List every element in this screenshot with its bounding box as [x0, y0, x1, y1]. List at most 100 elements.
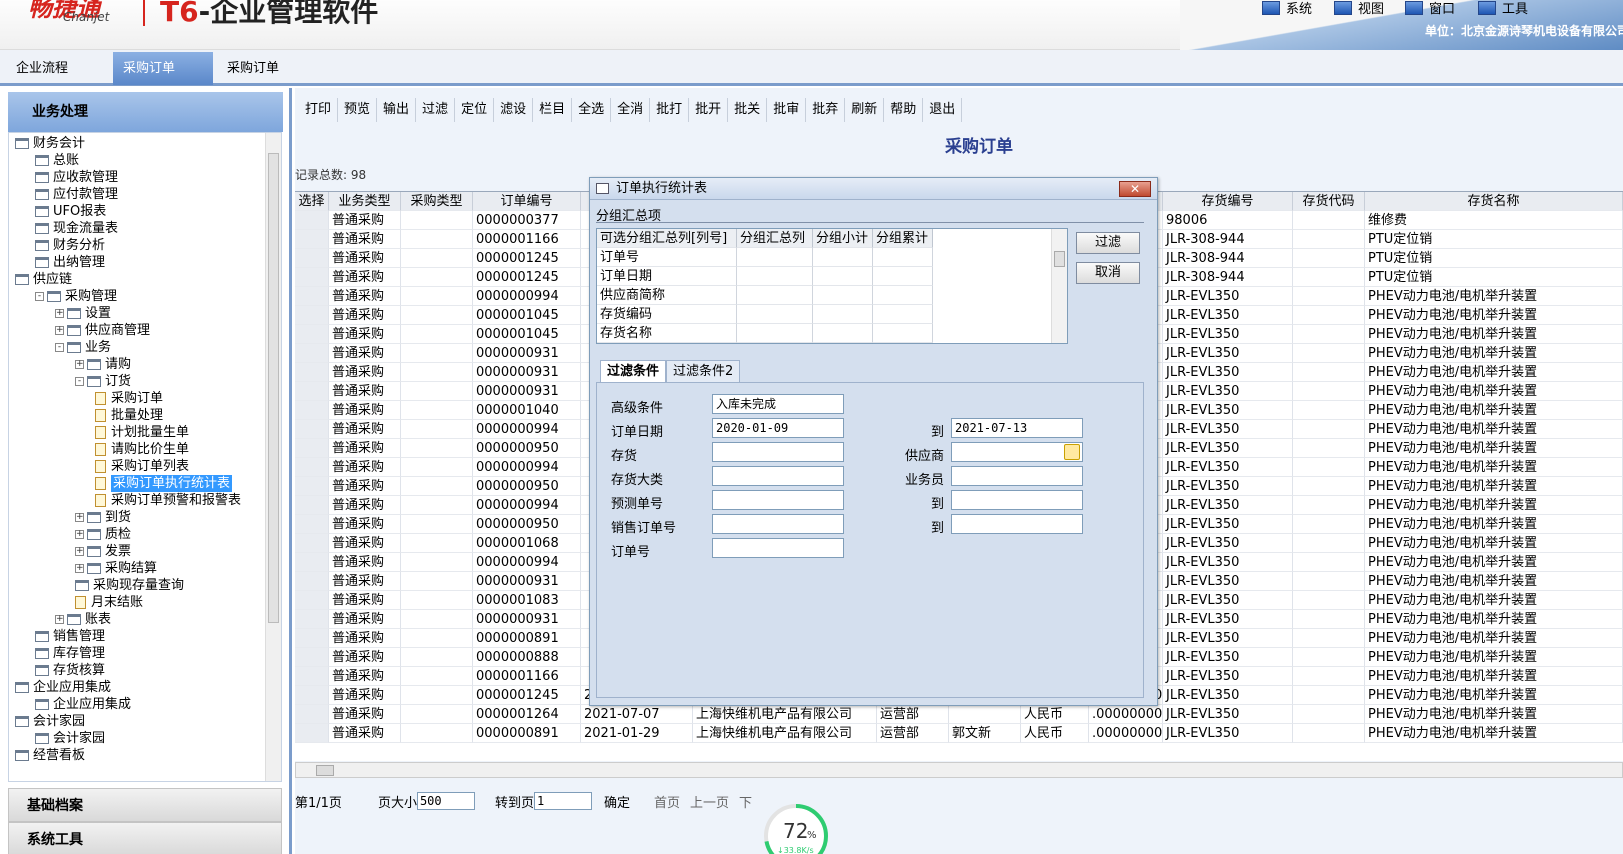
row-select-cell[interactable] — [295, 477, 329, 496]
tree-item[interactable]: + 供应商管理 — [55, 322, 150, 339]
page-size-input[interactable] — [416, 792, 475, 810]
first-page-button[interactable]: 首页 — [654, 792, 680, 811]
collapse-icon[interactable]: - — [55, 343, 64, 352]
row-select-cell[interactable] — [295, 686, 329, 705]
tree-item[interactable]: 财务会计 — [15, 135, 85, 152]
toolbar-button[interactable]: 全消 — [611, 98, 651, 122]
cancel-button[interactable]: 取消 — [1076, 262, 1140, 284]
group-item-option[interactable] — [813, 286, 873, 305]
toolbar-button[interactable]: 帮助 — [884, 98, 924, 122]
column-header[interactable]: 存货名称 — [1365, 192, 1623, 211]
expand-icon[interactable]: + — [75, 547, 84, 556]
staff-field[interactable] — [951, 466, 1083, 486]
column-header[interactable]: 选择 — [295, 192, 329, 211]
group-item-option[interactable] — [737, 305, 813, 324]
toolbar-button[interactable]: 批审 — [767, 98, 807, 122]
group-list-item[interactable]: 供应商简称 — [597, 286, 947, 305]
tree-item[interactable]: 供应链 — [15, 271, 72, 288]
toolbar-button[interactable]: 栏目 — [533, 98, 573, 122]
group-item-option[interactable] — [873, 267, 933, 286]
horizontal-scroll-thumb[interactable] — [316, 765, 334, 776]
group-item-option[interactable] — [813, 305, 873, 324]
group-list-item[interactable]: 订单号 — [597, 248, 947, 267]
tree-item[interactable]: + 质检 — [75, 526, 131, 543]
expand-icon[interactable]: + — [75, 360, 84, 369]
tree-item[interactable]: 会计家园 — [35, 730, 105, 747]
tab-filter-conditions-2[interactable]: 过滤条件2 — [666, 360, 741, 382]
column-header[interactable]: 存货代码 — [1293, 192, 1365, 211]
tree-item[interactable]: UFO报表 — [35, 203, 106, 220]
list-scrollbar[interactable] — [1051, 229, 1067, 343]
tree-item[interactable]: 经营看板 — [15, 747, 85, 764]
toolbar-button[interactable]: 退出 — [923, 98, 963, 122]
row-select-cell[interactable] — [295, 344, 329, 363]
row-select-cell[interactable] — [295, 439, 329, 458]
group-item-option[interactable] — [813, 267, 873, 286]
tree-item[interactable]: 应收款管理 — [35, 169, 118, 186]
toolbar-button[interactable]: 过滤 — [416, 98, 456, 122]
row-select-cell[interactable] — [295, 363, 329, 382]
tree-item[interactable]: + 设置 — [55, 305, 111, 322]
row-select-cell[interactable] — [295, 667, 329, 686]
tree-item[interactable]: 存货核算 — [35, 662, 105, 679]
group-item-option[interactable] — [737, 248, 813, 267]
tab-enterprise-flow[interactable]: 企业流程 — [6, 52, 78, 85]
tree-item[interactable]: 应付款管理 — [35, 186, 118, 203]
toolbar-button[interactable]: 批关 — [728, 98, 768, 122]
tree-item[interactable]: + 账表 — [55, 611, 111, 628]
forecast-number-field[interactable] — [712, 490, 844, 510]
toolbar-button[interactable]: 滤设 — [494, 98, 534, 122]
group-item-option[interactable] — [813, 324, 873, 343]
toolbar-button[interactable]: 预览 — [338, 98, 378, 122]
tree-item[interactable]: - 采购管理 — [35, 288, 117, 305]
tree-item[interactable]: 总账 — [35, 152, 79, 169]
search-icon[interactable] — [1064, 444, 1080, 460]
row-select-cell[interactable] — [295, 287, 329, 306]
group-item-option[interactable] — [813, 248, 873, 267]
sales-order-field[interactable] — [712, 514, 844, 534]
row-select-cell[interactable] — [295, 306, 329, 325]
expand-icon[interactable]: + — [55, 326, 64, 335]
toolbar-button[interactable]: 刷新 — [845, 98, 885, 122]
row-select-cell[interactable] — [295, 591, 329, 610]
group-item-option[interactable] — [873, 324, 933, 343]
row-select-cell[interactable] — [295, 496, 329, 515]
next-page-button[interactable]: 下 — [739, 792, 752, 811]
table-row[interactable]: 普通采购 0000000891 2021-01-29 上海快维机电产品有限公司 运营部郭… — [295, 724, 1623, 743]
tree-item[interactable]: 采购订单预警和报警表 — [95, 492, 241, 509]
order-number-field[interactable] — [712, 538, 844, 558]
group-list-item[interactable]: 存货名称 — [597, 324, 947, 343]
horizontal-scrollbar[interactable] — [295, 762, 1623, 778]
row-select-cell[interactable] — [295, 629, 329, 648]
tree-item[interactable]: 计划批量生单 — [95, 424, 189, 441]
order-date-from-field[interactable]: 2020-01-09 — [712, 418, 844, 438]
tree-item[interactable]: 企业应用集成 — [15, 679, 111, 696]
tree-item[interactable]: 出纳管理 — [35, 254, 105, 271]
tree-item[interactable]: 采购现存量查询 — [75, 577, 184, 594]
collapse-icon[interactable]: - — [75, 377, 84, 386]
tree-item[interactable]: + 请购 — [75, 356, 131, 373]
row-select-cell[interactable] — [295, 572, 329, 591]
menu-view[interactable]: 视图 — [1334, 0, 1384, 17]
row-select-cell[interactable] — [295, 401, 329, 420]
tab-purchase-order[interactable]: 采购订单 — [217, 52, 289, 85]
prev-page-button[interactable]: 上一页 — [690, 792, 729, 811]
toolbar-button[interactable]: 批开 — [689, 98, 729, 122]
tree-item[interactable]: 请购比价生单 — [95, 441, 189, 458]
row-select-cell[interactable] — [295, 420, 329, 439]
row-select-cell[interactable] — [295, 458, 329, 477]
group-item-option[interactable] — [873, 305, 933, 324]
order-date-to-field[interactable]: 2021-07-13 — [951, 418, 1083, 438]
toolbar-button[interactable]: 打印 — [299, 98, 339, 122]
row-select-cell[interactable] — [295, 325, 329, 344]
toolbar-button[interactable]: 批打 — [650, 98, 690, 122]
sidebar-section-basic-archives[interactable]: 基础档案 — [8, 788, 282, 822]
expand-icon[interactable]: + — [55, 309, 64, 318]
group-item-option[interactable] — [737, 324, 813, 343]
advanced-condition-field[interactable]: 入库未完成 — [712, 394, 844, 414]
tree-scrollbar[interactable] — [265, 133, 281, 781]
tree-item[interactable]: 采购订单 — [95, 390, 163, 407]
tree-item[interactable]: 企业应用集成 — [35, 696, 131, 713]
tree-item[interactable]: - 业务 — [55, 339, 111, 356]
row-select-cell[interactable] — [295, 268, 329, 287]
